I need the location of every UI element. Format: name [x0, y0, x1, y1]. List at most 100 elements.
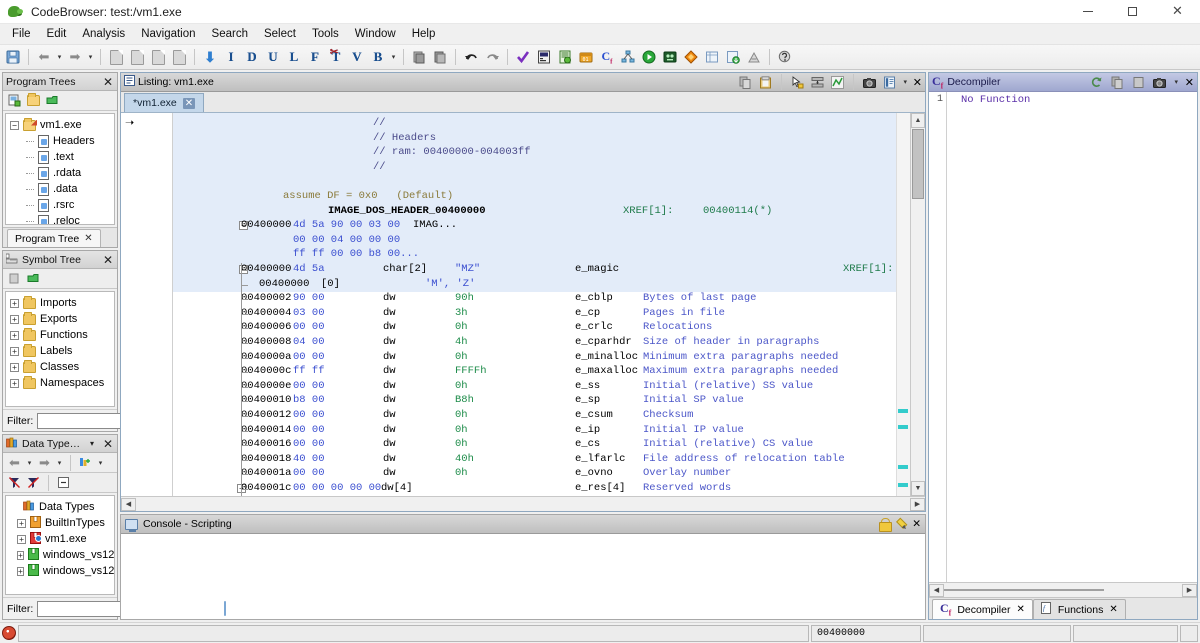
copy-icon[interactable]	[1109, 74, 1126, 91]
symbol-item-labels[interactable]: + Labels	[8, 343, 112, 359]
expand-icon[interactable]: +	[10, 363, 19, 372]
export-icon[interactable]	[723, 47, 743, 67]
listing-row[interactable]: assume DF = 0x0 (Default)	[173, 190, 910, 205]
decompiler-horizontal-scrollbar[interactable]: ◀ ▶	[929, 582, 1197, 597]
checkmark-icon[interactable]	[513, 47, 533, 67]
filter-clear-icon[interactable]	[25, 474, 42, 491]
rename-icon[interactable]	[6, 270, 23, 287]
new-tree-icon[interactable]	[6, 92, 23, 109]
expand-icon[interactable]: +	[10, 299, 19, 308]
label-icon[interactable]: L	[284, 47, 304, 67]
back-dropdown-icon[interactable]: ▾	[55, 53, 64, 61]
scroll-right-icon[interactable]: ▶	[1182, 584, 1197, 597]
symbol-tree-tree[interactable]: + Imports + Exports + Functions	[5, 291, 115, 407]
layout-icon[interactable]	[881, 74, 898, 91]
listing-row[interactable]: IMAGE_DOS_HEADER_00400000XREF[1]:0040011…	[173, 205, 910, 220]
listing-content-area[interactable]: ➝ //// Headers// ram: 00400000-004003ff/…	[121, 113, 925, 496]
maximize-button[interactable]	[1110, 0, 1155, 24]
script-manager-icon[interactable]	[555, 47, 575, 67]
close-icon[interactable]: ✕	[102, 75, 114, 89]
console-output[interactable]	[121, 534, 925, 619]
datatype-root[interactable]: Data Types	[8, 499, 112, 515]
menu-tools[interactable]: Tools	[304, 26, 347, 42]
new-datatype-icon[interactable]	[77, 454, 94, 471]
snapshot-icon[interactable]	[1151, 74, 1168, 91]
run-icon[interactable]	[639, 47, 659, 67]
bookmark-icon[interactable]: B	[368, 47, 388, 67]
close-icon[interactable]: ✕	[102, 437, 114, 451]
datatype-item-vm1[interactable]: + vm1.exe	[8, 531, 112, 547]
scroll-thumb[interactable]	[912, 129, 924, 199]
close-icon[interactable]: ✕	[1016, 604, 1024, 615]
layout-dropdown-icon[interactable]: ▾	[901, 78, 910, 86]
close-icon[interactable]: ✕	[84, 233, 92, 244]
listing-row[interactable]: 0040000804 00dw4he_cparhdrSize of header…	[173, 336, 910, 351]
listing-row[interactable]: 00400010b8 00dwB8he_spInitial SP value	[173, 394, 910, 409]
expand-icon[interactable]: +	[17, 551, 24, 560]
expand-icon[interactable]: +	[10, 379, 19, 388]
listing-row[interactable]: 0040000290 00dw90he_cblpBytes of last pa…	[173, 292, 910, 307]
menu-analysis[interactable]: Analysis	[74, 26, 133, 42]
listing-row[interactable]: 0040001400 00dw0he_ipInitial IP value	[173, 424, 910, 439]
listing-row[interactable]: 00 00 04 00 00 00	[173, 234, 910, 249]
table-icon[interactable]	[702, 47, 722, 67]
listing-vertical-scrollbar[interactable]: ▲ ▼	[910, 113, 925, 496]
listing-horizontal-scrollbar[interactable]: ◀ ▶	[121, 496, 925, 511]
listing-row[interactable]: 004000004d 5achar[2]"MZ"e_magicXREF[1]:0…	[173, 263, 910, 278]
instruction-icon[interactable]: I	[221, 47, 241, 67]
tab-functions[interactable]: f Functions ✕	[1033, 599, 1126, 619]
minimize-button[interactable]	[1065, 0, 1110, 24]
menu-dropdown-icon[interactable]: ▾	[1172, 78, 1181, 86]
open-folder-icon[interactable]	[25, 92, 42, 109]
refresh-icon[interactable]	[1088, 74, 1105, 91]
listing-row[interactable]: 0040000cff ffdwFFFFhe_maxallocMaximum ex…	[173, 365, 910, 380]
scroll-thumb[interactable]	[944, 589, 1104, 591]
filter-off-icon[interactable]	[6, 474, 23, 491]
listing-row[interactable]: 0040001c00 00 00 00 00dw[4]e_res[4]Reser…	[173, 482, 910, 496]
data-icon[interactable]: D	[242, 47, 262, 67]
datatype-item-vs12-64[interactable]: + windows_vs12_64	[8, 563, 112, 579]
menu-help[interactable]: Help	[404, 26, 444, 42]
tab-program-tree[interactable]: Program Tree ✕	[7, 229, 101, 247]
memory-map-icon[interactable]	[534, 47, 554, 67]
listing-row[interactable]: //	[173, 117, 910, 132]
undefine-icon[interactable]: U	[263, 47, 283, 67]
listing-code[interactable]: //// Headers// ram: 00400000-004003ff//a…	[173, 113, 910, 496]
bytes-viewer-icon[interactable]: 01	[576, 47, 596, 67]
scroll-left-icon[interactable]: ◀	[121, 498, 136, 511]
symbol-item-functions[interactable]: + Functions	[8, 327, 112, 343]
datatype-item-vs12-32[interactable]: + windows_vs12_32	[8, 547, 112, 563]
listing-row[interactable]: ff ff 00 00 b8 00...	[173, 248, 910, 263]
forward-arrow-icon[interactable]: ➡	[65, 47, 85, 67]
data-type-manager-tree[interactable]: Data Types + BuiltInTypes +	[5, 495, 115, 595]
clear-icon[interactable]	[893, 516, 910, 533]
close-icon[interactable]: ✕	[1185, 76, 1194, 89]
menu-file[interactable]: File	[4, 26, 39, 42]
listing-row[interactable]: // Headers	[173, 132, 910, 147]
expand-icon[interactable]: +	[17, 519, 26, 528]
expand-icon[interactable]: +	[10, 331, 19, 340]
variable-icon[interactable]: V	[347, 47, 367, 67]
datatype-item-builtin[interactable]: + BuiltInTypes	[8, 515, 112, 531]
listing-row[interactable]: 00400000[0]'M', 'Z'	[173, 278, 910, 293]
scroll-right-icon[interactable]: ▶	[910, 498, 925, 511]
symbol-item-exports[interactable]: + Exports	[8, 311, 112, 327]
forward-dropdown-icon[interactable]: ▾	[55, 459, 64, 467]
archive-icon[interactable]	[744, 47, 764, 67]
filter-options-icon[interactable]	[224, 601, 226, 616]
listing-row[interactable]: 0040000403 00dw3he_cpPages in file	[173, 307, 910, 322]
save-icon[interactable]	[3, 47, 23, 67]
back-arrow-icon[interactable]: ⬅	[34, 47, 54, 67]
menu-select[interactable]: Select	[256, 26, 304, 42]
debugger-icon[interactable]	[660, 47, 680, 67]
listing-row[interactable]: //	[173, 161, 910, 176]
listing-row[interactable]: 0040000600 00dw0he_crlcRelocations	[173, 321, 910, 336]
symbol-item-classes[interactable]: + Classes	[8, 359, 112, 375]
snapshot-icon[interactable]	[861, 74, 878, 91]
diff-icon[interactable]	[681, 47, 701, 67]
expand-icon[interactable]: +	[10, 347, 19, 356]
clear-flow-icon[interactable]: T	[326, 47, 346, 67]
new-doc-icon[interactable]	[169, 47, 189, 67]
bookmark-dropdown-icon[interactable]: ▾	[389, 53, 398, 61]
forward-dropdown-icon[interactable]: ▾	[86, 53, 95, 61]
